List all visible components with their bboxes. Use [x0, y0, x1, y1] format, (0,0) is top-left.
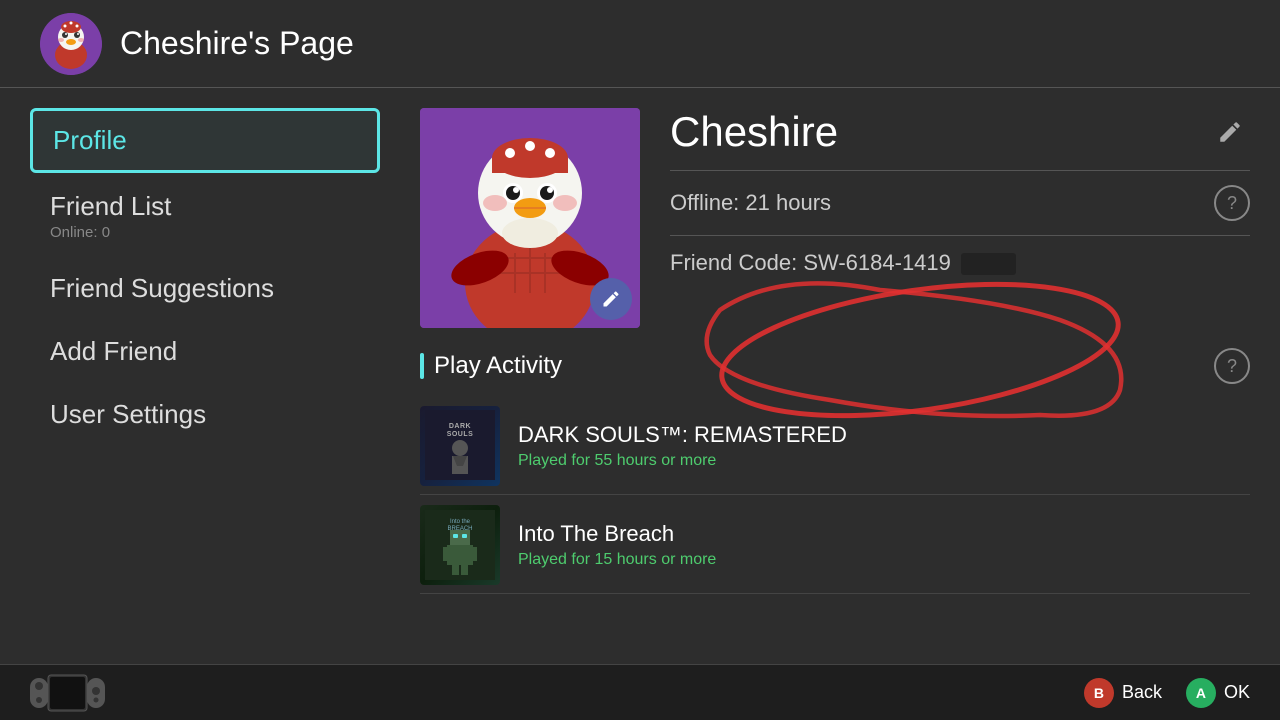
game-title-into-the-breach: Into The Breach [518, 521, 1250, 547]
section-title: Play Activity [434, 352, 562, 380]
friend-code-text: Friend Code: SW-6184-1419 [670, 250, 1250, 276]
game-playtime-dark-souls: Played for 55 hours or more [518, 452, 1250, 470]
game-title-dark-souls: DARK SOULS™: REMASTERED [518, 422, 1250, 448]
status-row: Offline: 21 hours ? [670, 185, 1250, 236]
game-info-into-the-breach: Into The Breach Played for 15 hours or m… [518, 521, 1250, 569]
svg-text:BREACH: BREACH [447, 526, 472, 532]
sidebar-item-user-settings[interactable]: User Settings [30, 385, 380, 444]
bottom-controls: B Back A OK [1084, 678, 1250, 708]
game-thumbnail-into-the-breach: Into the BREACH [420, 505, 500, 585]
friend-code-row: Friend Code: SW-6184-1419 [670, 250, 1250, 286]
username: Cheshire [670, 108, 838, 156]
game-item-dark-souls[interactable]: DARK SOULS DARK SOULS™: REMASTERED Playe… [420, 398, 1250, 495]
back-button[interactable]: B Back [1084, 678, 1162, 708]
profile-panel: Cheshire Offline: 21 hours ? Friend Code… [410, 88, 1280, 664]
section-title-row: Play Activity [420, 352, 562, 380]
friend-code-redacted [961, 253, 1016, 275]
sidebar-item-friend-suggestions[interactable]: Friend Suggestions [30, 259, 380, 318]
profile-image-container [420, 108, 640, 328]
a-button: A [1186, 678, 1216, 708]
page-header: Cheshire's Page [0, 0, 1280, 88]
status-text: Offline: 21 hours [670, 190, 831, 216]
game-list: DARK SOULS DARK SOULS™: REMASTERED Playe… [420, 398, 1250, 594]
bottom-bar: B Back A OK [0, 664, 1280, 720]
play-activity-section: Play Activity ? DARK SOULS [420, 348, 1250, 644]
game-thumbnail-dark-souls: DARK SOULS [420, 406, 500, 486]
edit-username-button[interactable] [1210, 112, 1250, 152]
svg-text:SOULS: SOULS [447, 431, 474, 438]
game-info-dark-souls: DARK SOULS™: REMASTERED Played for 55 ho… [518, 422, 1250, 470]
status-help-icon[interactable]: ? [1214, 185, 1250, 221]
profile-info: Cheshire Offline: 21 hours ? Friend Code… [670, 108, 1250, 328]
sidebar-item-friend-list[interactable]: Friend List Online: 0 [30, 177, 380, 255]
section-header: Play Activity ? [420, 348, 1250, 384]
edit-avatar-button[interactable] [590, 278, 632, 320]
user-avatar [40, 13, 102, 75]
ds-thumb-label: DARK SOULS [425, 410, 495, 483]
ok-button[interactable]: A OK [1186, 678, 1250, 708]
main-content: Profile Friend List Online: 0 Friend Sug… [0, 88, 1280, 664]
profile-top: Cheshire Offline: 21 hours ? Friend Code… [420, 108, 1250, 328]
svg-text:Into the: Into the [450, 519, 471, 525]
sidebar: Profile Friend List Online: 0 Friend Sug… [0, 88, 410, 664]
section-bar [420, 353, 424, 379]
b-button: B [1084, 678, 1114, 708]
game-playtime-into-the-breach: Played for 15 hours or more [518, 551, 1250, 569]
svg-text:DARK: DARK [449, 423, 471, 430]
sidebar-item-profile[interactable]: Profile [30, 108, 380, 173]
game-item-into-the-breach[interactable]: Into the BREACH Into The Breach Played f… [420, 497, 1250, 594]
sidebar-item-add-friend[interactable]: Add Friend [30, 322, 380, 381]
page-title: Cheshire's Page [120, 25, 354, 62]
console-icon [30, 673, 105, 713]
username-row: Cheshire [670, 108, 1250, 171]
play-activity-help-icon[interactable]: ? [1214, 348, 1250, 384]
